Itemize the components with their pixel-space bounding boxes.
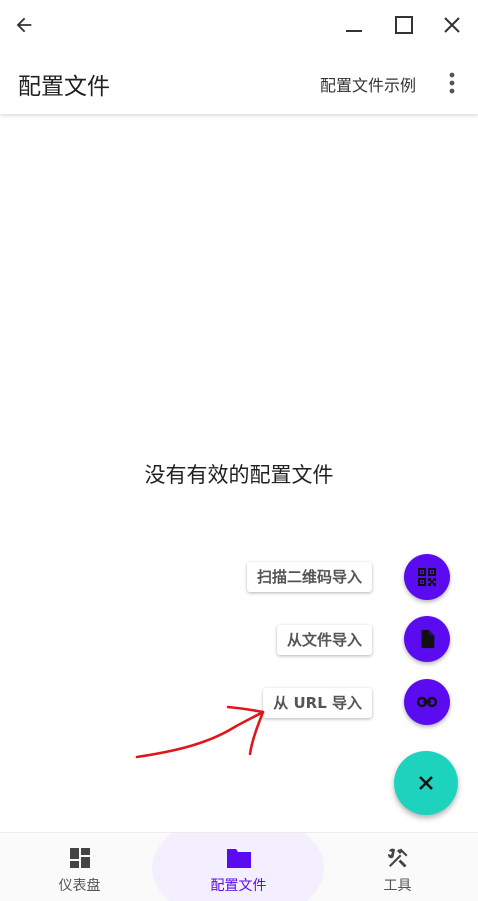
close-icon — [444, 17, 460, 33]
back-button[interactable] — [4, 5, 44, 45]
more-vertical-icon — [449, 72, 455, 94]
profile-list-area: 没有有效的配置文件 — [0, 116, 478, 832]
arrow-left-icon — [16, 17, 32, 33]
file-icon — [421, 629, 435, 649]
nav-dashboard-label: 仪表盘 — [58, 878, 101, 894]
file-import-label[interactable]: 从文件导入 — [276, 625, 372, 655]
tools-icon — [385, 845, 411, 871]
window-titlebar — [0, 0, 478, 50]
empty-state-message: 没有有效的配置文件 — [144, 463, 334, 487]
nav-profiles-label: 配置文件 — [210, 878, 267, 894]
url-import-button[interactable] — [404, 679, 450, 725]
minimize-icon — [346, 30, 362, 32]
file-import-button[interactable] — [404, 616, 450, 662]
maximize-button[interactable] — [384, 5, 424, 45]
minimize-button[interactable] — [334, 5, 374, 45]
url-import-label[interactable]: 从 URL 导入 — [263, 688, 372, 718]
dashboard-icon — [67, 845, 93, 871]
link-icon — [416, 696, 438, 708]
nav-tools-label: 工具 — [383, 878, 412, 894]
app-bar: 配置文件 配置文件示例 — [0, 50, 478, 114]
scan-qr-import-label[interactable]: 扫描二维码导入 — [246, 562, 372, 592]
scan-qr-import-button[interactable] — [404, 554, 450, 600]
qr-code-icon — [418, 568, 436, 586]
close-fab-menu-button[interactable] — [394, 751, 458, 815]
more-menu-button[interactable] — [440, 67, 464, 99]
page-title: 配置文件 — [18, 74, 110, 100]
nav-tools[interactable]: 工具 — [318, 833, 477, 901]
nav-profiles[interactable]: 配置文件 — [159, 833, 318, 901]
profile-example-button[interactable]: 配置文件示例 — [320, 72, 416, 96]
folder-icon — [226, 845, 252, 871]
close-window-button[interactable] — [432, 5, 472, 45]
close-icon — [419, 776, 433, 790]
nav-dashboard[interactable]: 仪表盘 — [0, 833, 159, 901]
maximize-icon — [395, 16, 413, 34]
bottom-navigation: 仪表盘 配置文件 工具 — [0, 832, 478, 901]
